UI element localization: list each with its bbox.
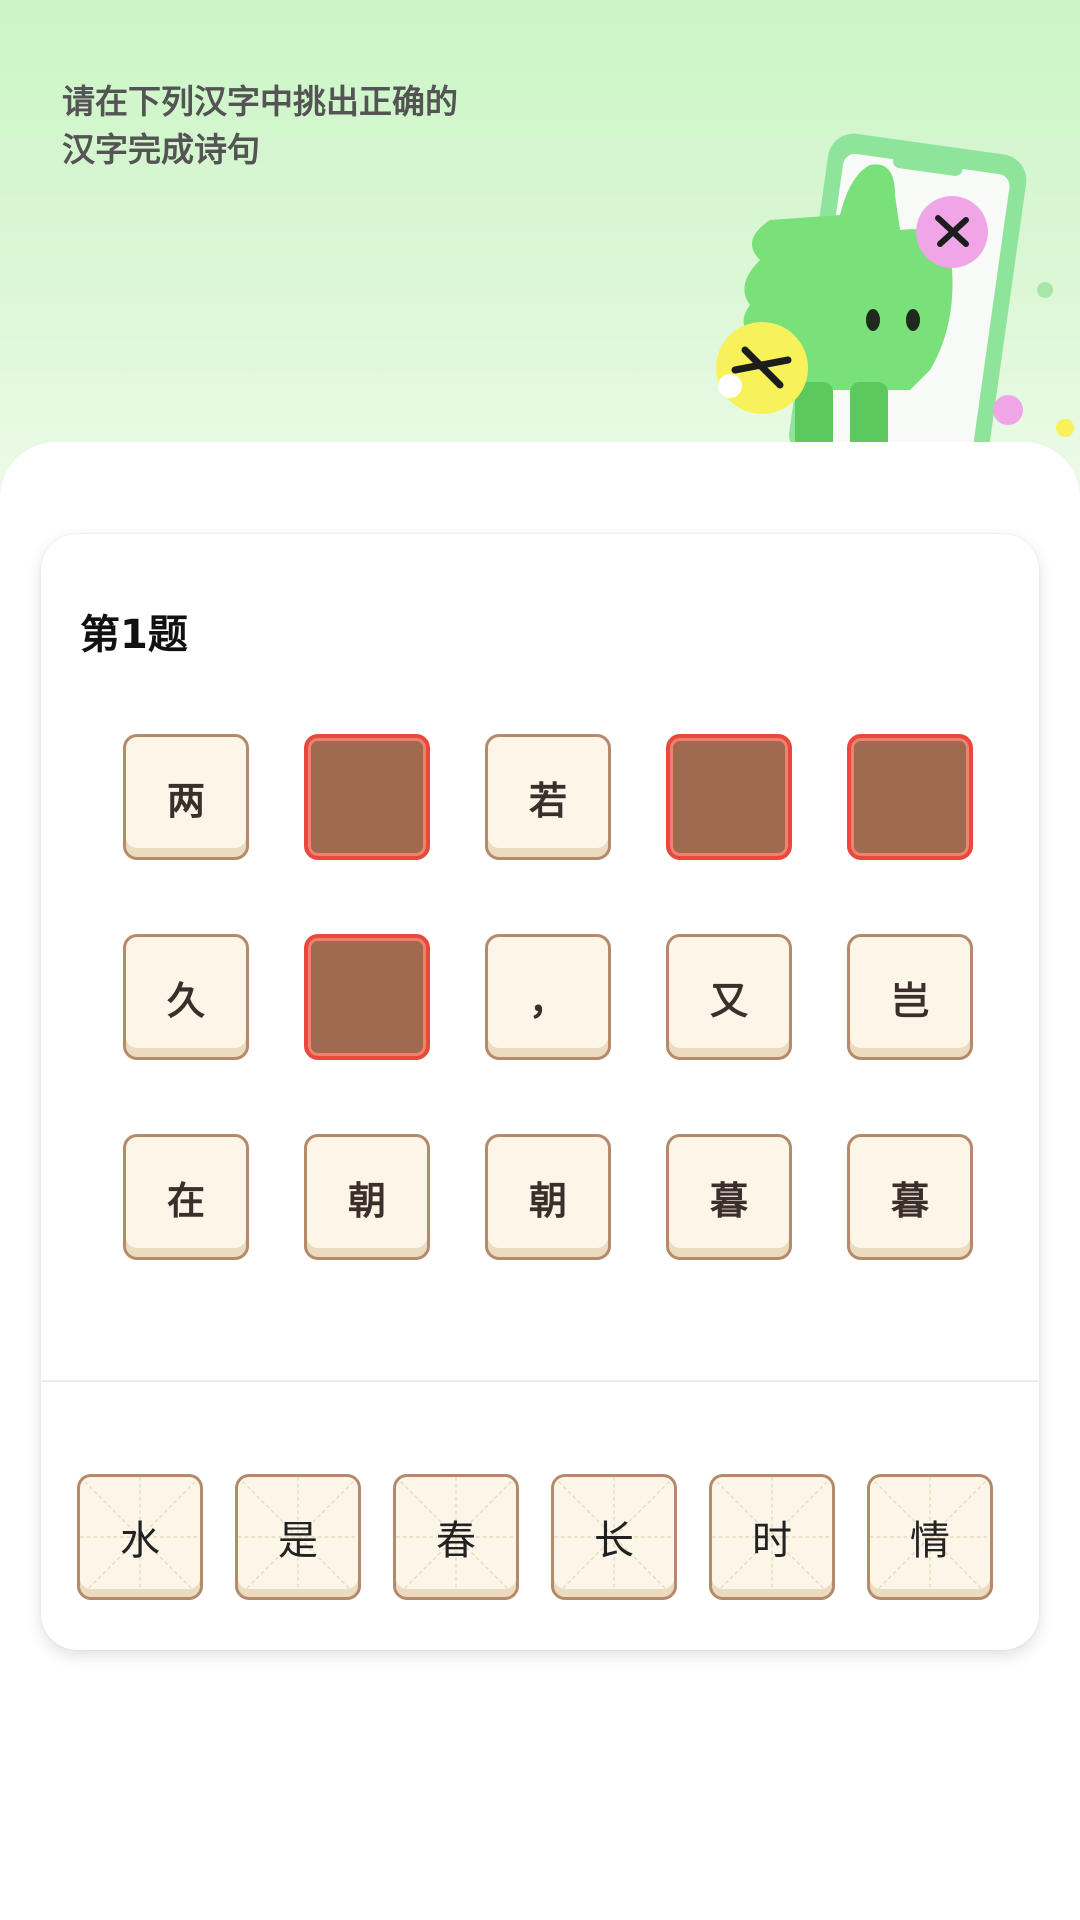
poem-slot[interactable]: 朝 bbox=[485, 1134, 611, 1260]
instruction-text: 请在下列汉字中挑出正确的 汉字完成诗句 bbox=[62, 82, 458, 169]
poem-slot[interactable]: 在 bbox=[123, 1134, 249, 1260]
answer-option[interactable]: 春 bbox=[393, 1474, 519, 1600]
answer-option-char: 是 bbox=[278, 1518, 318, 1564]
poem-slot[interactable]: 暮 bbox=[666, 1134, 792, 1260]
thumb-mascot-illustration bbox=[716, 133, 1074, 460]
quiz-card: 第1题 两 若 久 ， 又 岂 在 朝 朝 暮 暮 水 是 春 长 时 情 bbox=[41, 534, 1039, 1650]
poem-slot[interactable]: 久 bbox=[123, 934, 249, 1060]
poem-slot[interactable]: 岂 bbox=[847, 934, 973, 1060]
poem-slot[interactable]: 又 bbox=[666, 934, 792, 1060]
answer-option[interactable]: 是 bbox=[235, 1474, 361, 1600]
poem-slot-empty[interactable] bbox=[304, 934, 430, 1060]
answer-option[interactable]: 情 bbox=[867, 1474, 993, 1600]
mascot-eye bbox=[906, 309, 920, 331]
answer-option-char: 春 bbox=[436, 1518, 476, 1564]
poem-slot[interactable]: 朝 bbox=[304, 1134, 430, 1260]
poem-slot[interactable]: 两 bbox=[123, 734, 249, 860]
question-title: 第1题 bbox=[80, 612, 188, 658]
answer-option-char: 时 bbox=[752, 1518, 792, 1564]
poem-slot[interactable]: 若 bbox=[485, 734, 611, 860]
answer-option[interactable]: 时 bbox=[709, 1474, 835, 1600]
poem-slot-empty[interactable] bbox=[666, 734, 792, 860]
poem-slot-empty[interactable] bbox=[304, 734, 430, 860]
answer-option-char: 水 bbox=[120, 1518, 160, 1564]
answer-option[interactable]: 水 bbox=[77, 1474, 203, 1600]
poem-slot[interactable]: ， bbox=[485, 934, 611, 1060]
answer-option-char: 情 bbox=[910, 1518, 950, 1564]
divider bbox=[41, 1380, 1039, 1382]
answer-option-char: 长 bbox=[594, 1518, 634, 1564]
poem-slot-empty[interactable] bbox=[847, 734, 973, 860]
poem-slot[interactable]: 暮 bbox=[847, 1134, 973, 1260]
answer-option[interactable]: 长 bbox=[551, 1474, 677, 1600]
mascot-eye bbox=[866, 309, 880, 331]
